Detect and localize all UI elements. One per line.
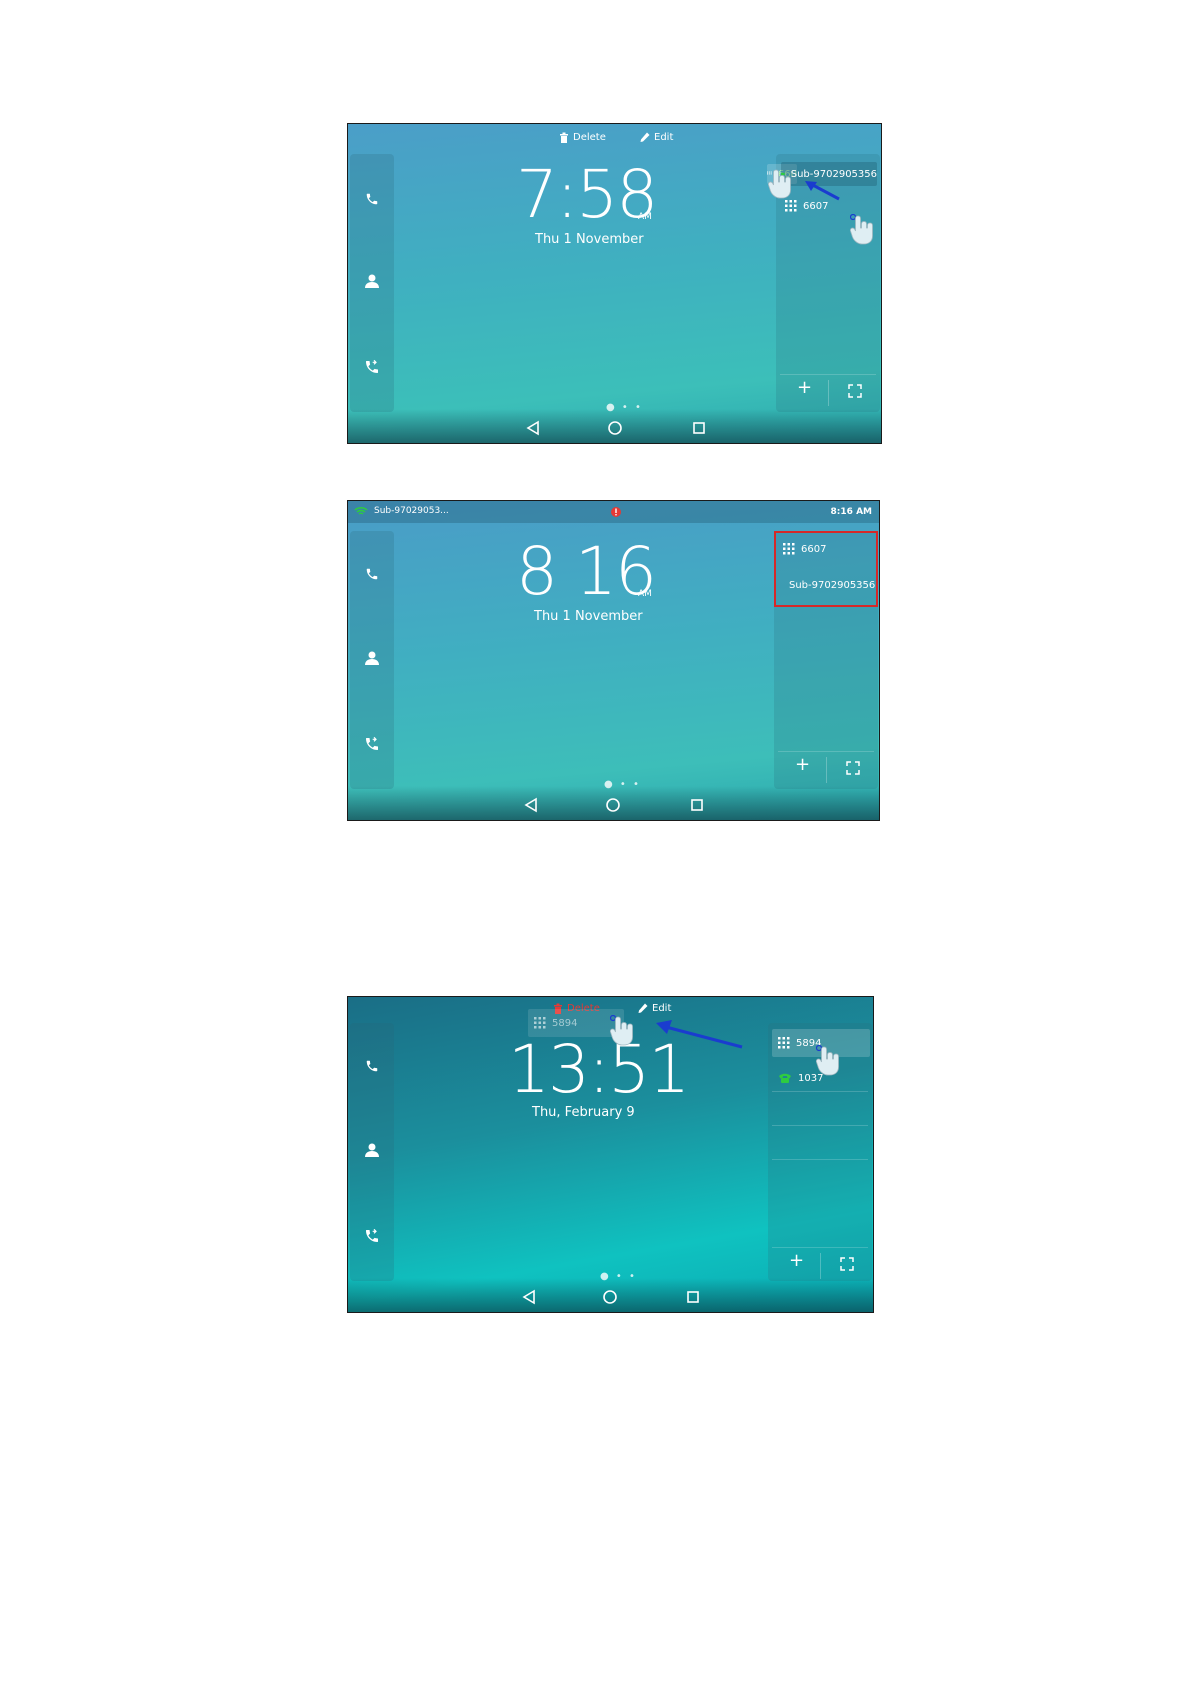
clock-date: Thu, February 9 (532, 1105, 635, 1120)
alert-icon (611, 507, 621, 517)
line-key-1-label: Sub-9702905356 (790, 168, 877, 180)
back-icon[interactable] (520, 1288, 538, 1306)
clock-date: Thu 1 November (534, 609, 643, 624)
pencil-icon (638, 1003, 648, 1013)
expand-icon[interactable] (840, 1257, 854, 1271)
line-key-2-label: Sub-9702905356 (789, 579, 875, 591)
keypad-icon (783, 543, 795, 555)
navigation-bar (348, 786, 879, 820)
home-icon[interactable] (604, 796, 622, 814)
recents-icon[interactable] (684, 1288, 702, 1306)
arrow-annotation (805, 181, 840, 201)
edit-action[interactable]: Edit (640, 132, 673, 143)
clock-date: Thu 1 November (535, 232, 644, 247)
home-icon[interactable] (606, 419, 624, 437)
history-button[interactable] (350, 352, 394, 382)
screenshot-edit-mode-dragging: Delete Edit 7:58 AM Thu 1 November 660 S… (347, 123, 882, 444)
history-button[interactable] (350, 729, 394, 759)
hand-pointer-icon (850, 214, 873, 245)
call-history-icon (366, 736, 378, 750)
clock-ampm: AM (638, 589, 652, 599)
recents-icon[interactable] (690, 419, 708, 437)
trash-icon (560, 132, 568, 143)
screenshot-delete-drag: Delete Edit 5894 13:51 Thu, February 9 5… (347, 996, 874, 1313)
navigation-bar (348, 409, 881, 443)
edit-label: Edit (654, 132, 674, 143)
expand-icon[interactable] (846, 761, 860, 775)
contact-icon (365, 1143, 379, 1157)
phone-icon (366, 1060, 378, 1072)
left-sidebar (350, 531, 394, 789)
edit-label: Edit (652, 1003, 672, 1014)
navigation-bar (348, 1278, 873, 1312)
line-key-1-label: 6607 (801, 543, 827, 555)
recents-icon[interactable] (688, 796, 706, 814)
delete-label: Delete (573, 132, 606, 143)
wifi-green-icon (354, 506, 368, 515)
pencil-icon (640, 132, 650, 142)
keypad-icon (778, 1037, 790, 1049)
history-button[interactable] (350, 1221, 394, 1251)
edit-action[interactable]: Edit (638, 1003, 671, 1014)
clock-time: 8 16 (516, 533, 657, 610)
left-sidebar (350, 1023, 394, 1281)
contacts-button[interactable] (350, 643, 394, 673)
add-line-key-button[interactable]: + (797, 377, 812, 398)
dragged-line-label: 5894 (552, 1017, 578, 1029)
call-history-icon (366, 359, 378, 373)
delete-action[interactable]: Delete (559, 132, 606, 143)
back-icon[interactable] (522, 796, 540, 814)
hand-pointer-icon (610, 1015, 633, 1046)
dial-button[interactable] (350, 184, 394, 214)
clock-ampm: AM (638, 212, 652, 222)
phone-green-icon (779, 1073, 791, 1083)
keypad-icon (785, 200, 797, 212)
line-key-1[interactable]: 6607 (783, 540, 875, 558)
phone-icon (366, 193, 378, 205)
status-account: Sub-97029053... (354, 506, 449, 516)
line-key-2-label: 1037 (798, 1072, 824, 1084)
contact-icon (365, 274, 379, 288)
left-sidebar (350, 154, 394, 412)
hand-pointer-icon (768, 169, 791, 199)
back-icon[interactable] (524, 419, 542, 437)
phone-icon (366, 568, 378, 580)
contact-icon (365, 651, 379, 665)
screenshot-reordered: Sub-97029053... 8:16 AM 8 16 AM Thu 1 No… (347, 500, 880, 821)
call-history-icon (366, 1228, 378, 1242)
keypad-icon (534, 1017, 546, 1029)
dial-button[interactable] (350, 1051, 394, 1081)
contacts-button[interactable] (350, 266, 394, 296)
status-account-label: Sub-97029053... (374, 506, 449, 516)
status-bar: Sub-97029053... 8:16 AM (348, 501, 879, 523)
home-icon[interactable] (601, 1288, 619, 1306)
add-line-key-button[interactable]: + (789, 1250, 804, 1271)
status-time: 8:16 AM (830, 507, 872, 517)
line-key-2[interactable]: 1037 (778, 1069, 870, 1087)
dial-button[interactable] (350, 559, 394, 589)
line-key-2[interactable]: Sub-9702905356 (783, 576, 875, 594)
arrow-annotation (656, 1020, 743, 1049)
expand-icon[interactable] (848, 384, 862, 398)
clock-time: 7:58 (516, 156, 658, 233)
add-line-key-button[interactable]: + (795, 754, 810, 775)
contacts-button[interactable] (350, 1135, 394, 1165)
